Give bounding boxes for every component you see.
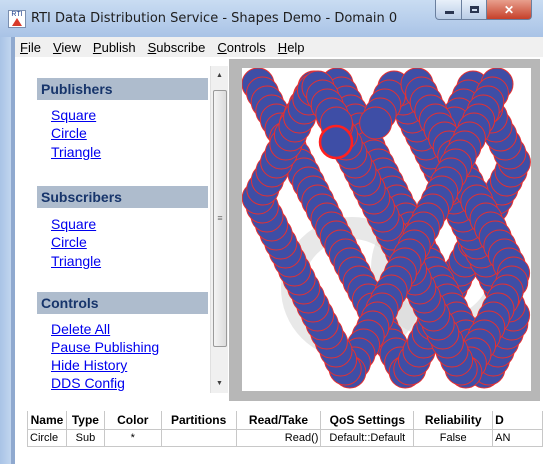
subscribe-square-link[interactable]: Square [51,216,96,232]
publish-square-link[interactable]: Square [51,107,96,123]
minimize-icon [444,11,454,14]
menu-controls-rest: ontrols [226,39,266,55]
circle-history-trail [242,68,531,389]
column-header-reliability[interactable]: Reliability [413,411,494,430]
menu-help-rest: elp [287,39,305,55]
menu-subscribe-rest: ubscribe [156,39,206,55]
pause-publishing-link[interactable]: Pause Publishing [51,339,159,355]
column-header-qos-settings[interactable]: QoS Settings [320,411,415,430]
publish-triangle-link[interactable]: Triangle [51,144,101,160]
minimize-button[interactable] [435,0,463,20]
cell-type: Sub [65,429,105,447]
maximize-icon [470,6,479,13]
publish-circle-link[interactable]: Circle [51,125,87,141]
shapes-canvas[interactable] [242,68,531,391]
table-row[interactable]: Circle Sub * Read() Default::Default Fal… [27,429,543,447]
title-bar: RTI RTI Data Distribution Service - Shap… [0,0,543,38]
menu-bar: File View Publish Subscribe Controls Hel… [15,37,543,57]
table-header-row: Name Type Color Partitions Read/Take QoS… [27,411,543,430]
cell-read-take: Read() [235,429,322,447]
window-title: RTI Data Distribution Service - Shapes D… [31,11,398,26]
close-button[interactable]: ✕ [486,0,532,20]
menu-file[interactable]: File [20,40,41,55]
controls-header: Controls [37,292,208,314]
column-header-color[interactable]: Color [103,411,162,430]
cell-partitions [160,429,237,447]
rti-app-icon[interactable]: RTI [8,10,26,28]
menu-subscribe-accel: S [147,39,157,55]
shapes-drawing [242,68,531,389]
scroll-down-arrow-icon[interactable]: ▼ [211,376,228,391]
window-frame-left [0,37,15,464]
menu-view[interactable]: View [53,40,81,55]
menu-publish[interactable]: Publish [93,40,136,55]
column-header-partitions[interactable]: Partitions [160,411,237,430]
sidebar: Publishers Square Circle Triangle Subscr… [15,57,227,401]
cell-color: * [103,429,162,447]
publishers-header: Publishers [37,78,208,100]
triangle-icon [12,18,22,26]
menu-help-accel: H [277,39,288,55]
maximize-button[interactable] [461,0,488,20]
column-header-name[interactable]: Name [27,411,67,430]
menu-file-accel: F [20,39,28,55]
menu-view-rest: iew [61,39,81,55]
menu-controls[interactable]: Controls [217,40,265,55]
cell-name: Circle [27,429,67,447]
subscribe-circle-link[interactable]: Circle [51,234,87,250]
scroll-thumb[interactable]: ≡ [213,90,227,347]
current-circle [318,124,354,160]
subscribe-triangle-link[interactable]: Triangle [51,253,101,269]
menu-subscribe[interactable]: Subscribe [148,40,206,55]
cell-qos-settings: Default::Default [320,429,415,447]
subscription-table-area: Name Type Color Partitions Read/Take QoS… [27,411,543,464]
delete-all-link[interactable]: Delete All [51,321,110,337]
menu-help[interactable]: Help [278,40,305,55]
menu-publish-rest: ublish [101,39,136,55]
column-header-read-take[interactable]: Read/Take [235,411,322,430]
cell-d: AN [492,429,543,447]
menu-file-rest: ile [27,39,41,55]
trail-circle [359,106,393,140]
canvas-frame [229,59,540,401]
subscribers-header: Subscribers [37,186,208,208]
column-header-d[interactable]: D [492,411,543,430]
scroll-up-arrow-icon[interactable]: ▲ [211,68,228,83]
app-icon-label: RTI [11,11,23,18]
column-header-type[interactable]: Type [65,411,105,430]
hide-history-link[interactable]: Hide History [51,357,127,373]
subscription-table: Name Type Color Partitions Read/Take QoS… [27,411,543,447]
cell-reliability: False [413,429,494,447]
menu-publish-accel: P [92,39,102,55]
grip-icon: ≡ [217,213,223,223]
menu-controls-accel: C [217,39,227,55]
close-icon: ✕ [503,2,515,17]
sidebar-scrollbar[interactable]: ▲ ≡ ▼ [210,66,228,393]
dds-config-link[interactable]: DDS Config [51,375,125,391]
